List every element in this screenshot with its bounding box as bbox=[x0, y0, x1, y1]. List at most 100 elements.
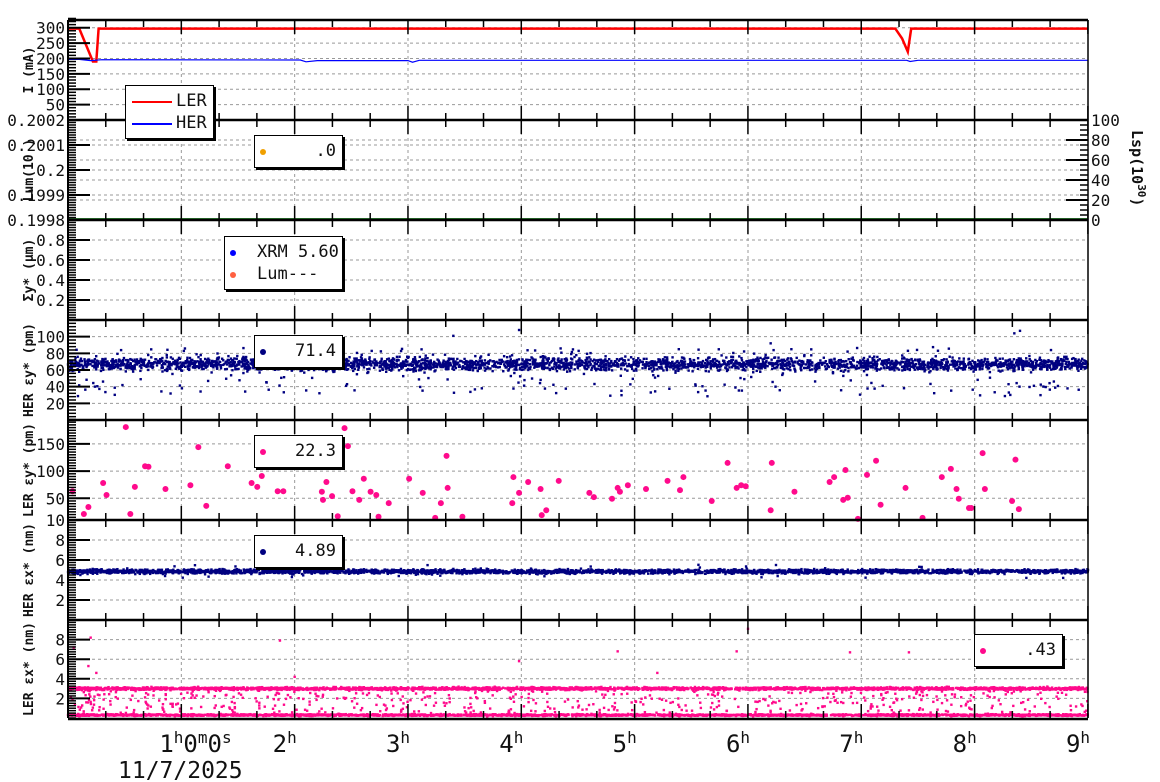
data-point bbox=[249, 362, 252, 365]
data-point bbox=[186, 365, 190, 368]
data-point bbox=[112, 359, 116, 363]
data-point bbox=[100, 366, 103, 370]
data-point bbox=[1031, 368, 1035, 371]
data-point bbox=[1050, 368, 1053, 371]
data-point bbox=[304, 389, 308, 392]
data-point bbox=[359, 356, 363, 359]
data-point bbox=[742, 483, 749, 490]
data-point bbox=[952, 365, 955, 368]
data-point bbox=[183, 347, 187, 350]
data-point bbox=[924, 363, 927, 366]
data-point bbox=[275, 368, 278, 371]
data-point bbox=[998, 357, 1001, 360]
data-point bbox=[536, 365, 539, 368]
data-point bbox=[752, 352, 756, 355]
data-point bbox=[169, 392, 172, 395]
data-point bbox=[903, 357, 906, 360]
data-point bbox=[121, 383, 124, 387]
data-point bbox=[227, 354, 230, 358]
data-point bbox=[85, 503, 92, 510]
data-point bbox=[837, 360, 840, 363]
data-point bbox=[865, 368, 869, 371]
data-point bbox=[669, 362, 672, 365]
data-point bbox=[420, 358, 423, 362]
data-point bbox=[1066, 387, 1069, 390]
data-point bbox=[538, 381, 542, 385]
data-point bbox=[379, 364, 382, 368]
data-point bbox=[672, 368, 675, 371]
data-point bbox=[777, 356, 780, 359]
data-point bbox=[958, 363, 962, 366]
data-point bbox=[896, 362, 899, 365]
data-point bbox=[637, 357, 640, 360]
data-point bbox=[703, 361, 707, 365]
data-point bbox=[155, 364, 159, 367]
data-point bbox=[280, 488, 287, 495]
data-point bbox=[480, 359, 483, 362]
data-point bbox=[370, 349, 373, 353]
data-point bbox=[693, 362, 696, 365]
data-point bbox=[483, 369, 487, 372]
data-point bbox=[971, 388, 974, 391]
data-point bbox=[647, 367, 651, 370]
data-point bbox=[533, 349, 537, 352]
data-point bbox=[951, 356, 954, 359]
data-point bbox=[1065, 355, 1068, 359]
data-point bbox=[796, 361, 799, 365]
data-point bbox=[881, 360, 885, 363]
data-point bbox=[842, 374, 845, 378]
data-point bbox=[988, 370, 992, 374]
data-point bbox=[150, 356, 153, 359]
data-point bbox=[430, 366, 433, 369]
data-point bbox=[694, 364, 697, 367]
data-point bbox=[621, 364, 625, 367]
data-point bbox=[186, 356, 189, 359]
data-point bbox=[464, 367, 468, 371]
data-point bbox=[936, 361, 939, 365]
data-point bbox=[1027, 362, 1031, 365]
data-point bbox=[425, 364, 429, 367]
data-point bbox=[395, 362, 398, 366]
data-point bbox=[1065, 360, 1068, 364]
data-point bbox=[674, 365, 677, 368]
data-point bbox=[918, 359, 922, 362]
data-point bbox=[566, 363, 570, 366]
data-point bbox=[522, 384, 526, 387]
data-point bbox=[347, 359, 350, 362]
data-point bbox=[1063, 365, 1067, 369]
data-point bbox=[623, 368, 627, 371]
data-point bbox=[134, 360, 137, 363]
data-point bbox=[414, 358, 417, 361]
data-point bbox=[910, 357, 913, 361]
data-point bbox=[617, 359, 621, 362]
data-point bbox=[802, 362, 805, 365]
data-point bbox=[768, 459, 775, 466]
data-point bbox=[774, 385, 777, 388]
data-point bbox=[518, 363, 521, 367]
data-point bbox=[1006, 368, 1010, 371]
data-point bbox=[858, 393, 862, 396]
data-point bbox=[1046, 367, 1049, 371]
data-point bbox=[936, 349, 940, 352]
data-point bbox=[433, 370, 436, 373]
data-point bbox=[248, 480, 255, 487]
data-point bbox=[421, 389, 424, 392]
data-point bbox=[381, 368, 384, 371]
data-point bbox=[431, 363, 435, 366]
data-point bbox=[745, 362, 748, 366]
data-point bbox=[905, 360, 909, 363]
data-point bbox=[818, 365, 821, 368]
data-point bbox=[790, 360, 794, 363]
data-point bbox=[997, 369, 1000, 372]
data-point bbox=[412, 359, 415, 362]
data-point bbox=[505, 360, 508, 363]
data-point bbox=[378, 369, 382, 372]
data-point bbox=[1062, 358, 1065, 361]
data-point bbox=[134, 572, 137, 576]
data-point bbox=[720, 354, 723, 357]
data-point bbox=[546, 366, 549, 370]
data-point bbox=[577, 349, 580, 353]
data-point bbox=[131, 483, 138, 490]
data-point bbox=[903, 368, 907, 372]
data-point bbox=[1012, 456, 1019, 463]
